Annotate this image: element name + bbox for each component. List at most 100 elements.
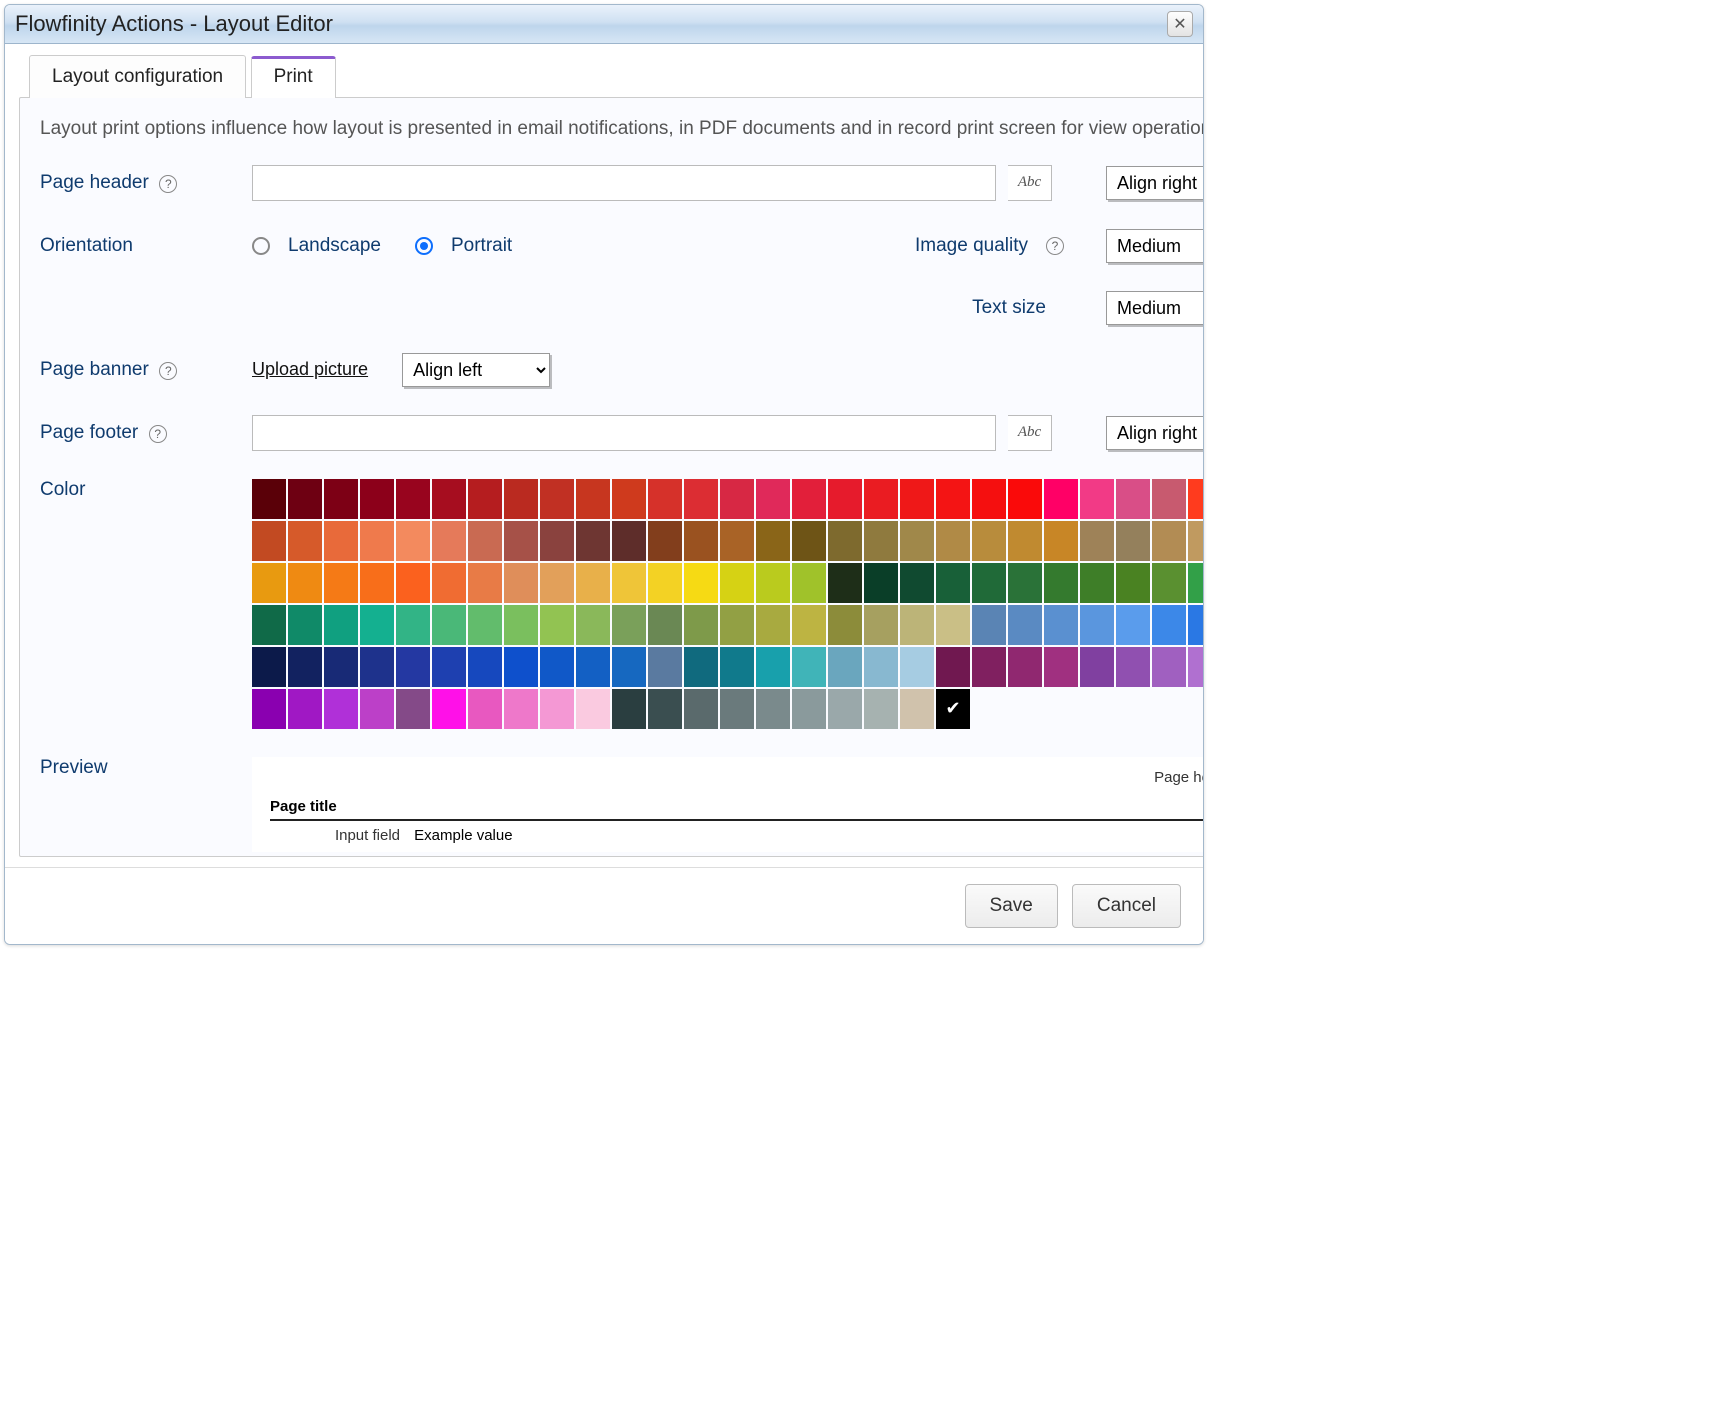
color-swatch[interactable] bbox=[1116, 479, 1150, 519]
radio-portrait-label[interactable]: Portrait bbox=[451, 235, 512, 257]
color-swatch[interactable] bbox=[288, 479, 322, 519]
color-swatch[interactable] bbox=[756, 689, 790, 729]
color-swatch[interactable] bbox=[1152, 479, 1186, 519]
color-swatch[interactable] bbox=[468, 521, 502, 561]
color-swatch[interactable] bbox=[684, 479, 718, 519]
image-quality-select[interactable]: Medium bbox=[1106, 229, 1204, 263]
color-swatch[interactable] bbox=[396, 605, 430, 645]
radio-landscape[interactable] bbox=[252, 237, 270, 255]
color-swatch[interactable] bbox=[396, 521, 430, 561]
banner-align-select[interactable]: Align left bbox=[402, 353, 550, 387]
color-swatch[interactable] bbox=[1116, 647, 1150, 687]
color-swatch[interactable] bbox=[504, 479, 538, 519]
color-swatch[interactable] bbox=[432, 689, 466, 729]
color-swatch[interactable] bbox=[612, 605, 646, 645]
color-swatch[interactable] bbox=[720, 689, 754, 729]
page-header-input[interactable] bbox=[252, 165, 996, 201]
color-swatch[interactable] bbox=[396, 647, 430, 687]
color-swatch[interactable] bbox=[1044, 479, 1078, 519]
color-swatch[interactable] bbox=[972, 647, 1006, 687]
color-swatch[interactable] bbox=[540, 563, 574, 603]
color-swatch[interactable] bbox=[1008, 647, 1042, 687]
color-swatch[interactable] bbox=[1188, 563, 1204, 603]
color-swatch[interactable] bbox=[288, 605, 322, 645]
color-swatch[interactable] bbox=[324, 605, 358, 645]
color-swatch[interactable] bbox=[612, 563, 646, 603]
color-swatch[interactable] bbox=[360, 689, 394, 729]
help-icon[interactable]: ? bbox=[159, 175, 177, 193]
color-swatch[interactable] bbox=[648, 521, 682, 561]
format-button[interactable]: Abc bbox=[1008, 165, 1052, 201]
color-swatch[interactable] bbox=[828, 647, 862, 687]
color-swatch[interactable] bbox=[972, 605, 1006, 645]
color-swatch[interactable] bbox=[540, 647, 574, 687]
color-swatch[interactable] bbox=[792, 647, 826, 687]
tab-layout-configuration[interactable]: Layout configuration bbox=[29, 55, 246, 98]
color-swatch[interactable] bbox=[936, 563, 970, 603]
color-swatch[interactable] bbox=[1080, 479, 1114, 519]
color-swatch[interactable] bbox=[684, 605, 718, 645]
color-swatch[interactable] bbox=[540, 479, 574, 519]
color-swatch[interactable] bbox=[432, 647, 466, 687]
color-swatch[interactable] bbox=[756, 563, 790, 603]
color-swatch[interactable] bbox=[1152, 605, 1186, 645]
color-swatch[interactable] bbox=[684, 689, 718, 729]
color-swatch[interactable] bbox=[252, 563, 286, 603]
color-swatch[interactable] bbox=[936, 647, 970, 687]
color-swatch[interactable] bbox=[792, 563, 826, 603]
color-swatch[interactable] bbox=[648, 605, 682, 645]
color-swatch[interactable] bbox=[1116, 521, 1150, 561]
color-swatch[interactable] bbox=[864, 479, 898, 519]
color-swatch[interactable] bbox=[792, 479, 826, 519]
color-swatch[interactable] bbox=[576, 479, 610, 519]
color-swatch[interactable] bbox=[360, 647, 394, 687]
color-swatch[interactable] bbox=[252, 647, 286, 687]
color-swatch[interactable] bbox=[1044, 521, 1078, 561]
color-swatch[interactable] bbox=[720, 521, 754, 561]
color-swatch[interactable] bbox=[288, 521, 322, 561]
color-swatch[interactable] bbox=[468, 479, 502, 519]
color-swatch[interactable] bbox=[900, 605, 934, 645]
color-swatch[interactable] bbox=[396, 563, 430, 603]
color-swatch[interactable] bbox=[936, 479, 970, 519]
color-swatch[interactable] bbox=[252, 689, 286, 729]
help-icon[interactable]: ? bbox=[159, 362, 177, 380]
color-swatch[interactable] bbox=[936, 689, 970, 729]
color-swatch[interactable] bbox=[1008, 605, 1042, 645]
color-swatch[interactable] bbox=[684, 563, 718, 603]
color-swatch[interactable] bbox=[1008, 479, 1042, 519]
color-swatch[interactable] bbox=[432, 521, 466, 561]
color-swatch[interactable] bbox=[1080, 521, 1114, 561]
color-swatch[interactable] bbox=[720, 563, 754, 603]
color-swatch[interactable] bbox=[864, 521, 898, 561]
color-swatch[interactable] bbox=[324, 521, 358, 561]
color-swatch[interactable] bbox=[900, 563, 934, 603]
color-swatch[interactable] bbox=[1008, 563, 1042, 603]
color-swatch[interactable] bbox=[432, 563, 466, 603]
color-swatch[interactable] bbox=[1116, 605, 1150, 645]
color-swatch[interactable] bbox=[792, 521, 826, 561]
color-swatch[interactable] bbox=[504, 521, 538, 561]
color-swatch[interactable] bbox=[540, 605, 574, 645]
color-swatch[interactable] bbox=[288, 689, 322, 729]
color-swatch[interactable] bbox=[720, 647, 754, 687]
color-swatch[interactable] bbox=[864, 605, 898, 645]
color-swatch[interactable] bbox=[324, 689, 358, 729]
color-swatch[interactable] bbox=[648, 479, 682, 519]
color-swatch[interactable] bbox=[288, 647, 322, 687]
save-button[interactable]: Save bbox=[965, 884, 1058, 928]
color-swatch[interactable] bbox=[612, 479, 646, 519]
color-swatch[interactable] bbox=[504, 563, 538, 603]
color-swatch[interactable] bbox=[864, 647, 898, 687]
color-swatch[interactable] bbox=[1152, 647, 1186, 687]
color-swatch[interactable] bbox=[576, 647, 610, 687]
help-icon[interactable]: ? bbox=[1046, 237, 1064, 255]
color-swatch[interactable] bbox=[756, 605, 790, 645]
color-swatch[interactable] bbox=[720, 605, 754, 645]
color-swatch[interactable] bbox=[360, 605, 394, 645]
color-swatch[interactable] bbox=[828, 689, 862, 729]
close-button[interactable]: ✕ bbox=[1167, 11, 1193, 37]
color-swatch[interactable] bbox=[1188, 479, 1204, 519]
color-swatch[interactable] bbox=[396, 689, 430, 729]
format-button[interactable]: Abc bbox=[1008, 415, 1052, 451]
